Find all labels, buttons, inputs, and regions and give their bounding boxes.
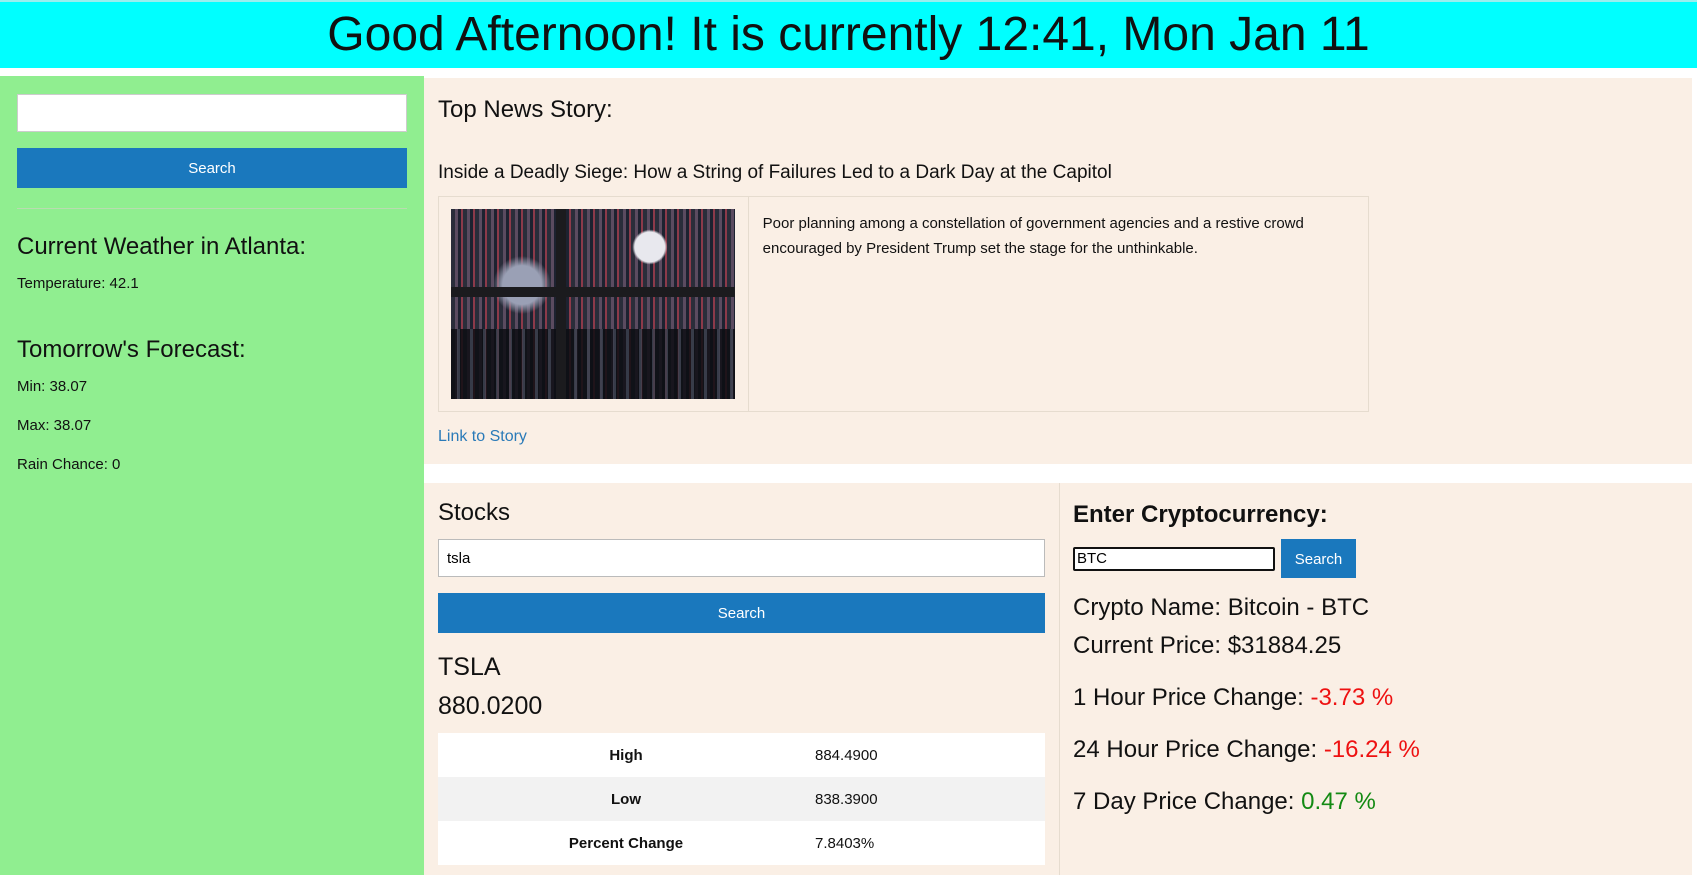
forecast-max: Max: 38.07 xyxy=(17,417,92,434)
sidebar-search-button[interactable]: Search xyxy=(17,148,407,188)
forecast-title: Tomorrow's Forecast: xyxy=(17,336,246,363)
stocks-panel: Stocks Search TSLA 880.0200 High 884.490… xyxy=(424,483,1059,875)
news-panel: Top News Story: Inside a Deadly Siege: H… xyxy=(424,78,1692,464)
news-photo xyxy=(451,209,735,399)
crypto-panel: Enter Cryptocurrency: Search Crypto Name… xyxy=(1059,483,1692,875)
crypto-1h-value: -3.73 % xyxy=(1310,684,1394,711)
crypto-current-price: Current Price: $31884.25 xyxy=(1073,632,1342,659)
news-description: Poor planning among a constellation of g… xyxy=(762,215,1304,257)
sidebar-divider xyxy=(17,208,407,209)
stock-search-input[interactable] xyxy=(438,539,1045,577)
greeting-title: Good Afternoon! It is currently 12:41, M… xyxy=(327,8,1370,61)
crypto-24h-label: 24 Hour Price Change: xyxy=(1073,736,1324,763)
sidebar-search-input[interactable] xyxy=(17,94,407,132)
stat-label: Low xyxy=(611,790,641,808)
crypto-label: Enter Cryptocurrency: xyxy=(1073,501,1328,528)
stat-label: Percent Change xyxy=(568,834,684,852)
stock-ticker: TSLA xyxy=(438,653,501,681)
crypto-7d-change: 7 Day Price Change: 0.47 % xyxy=(1073,788,1679,816)
news-headline: Inside a Deadly Siege: How a String of F… xyxy=(438,162,1112,183)
table-row: Percent Change 7.8403% xyxy=(438,821,1045,865)
crypto-name: Crypto Name: Bitcoin - BTC xyxy=(1073,594,1370,621)
stat-value: 7.8403% xyxy=(815,834,875,852)
crypto-24h-value: -16.24 % xyxy=(1323,736,1420,763)
crypto-7d-value: 0.47 % xyxy=(1301,788,1376,815)
stat-label: High xyxy=(609,746,643,764)
news-card: Poor planning among a constellation of g… xyxy=(438,196,1369,412)
temperature-text: Temperature: 42.1 xyxy=(17,275,139,292)
news-image-frame xyxy=(439,197,749,411)
stock-price: 880.0200 xyxy=(438,692,543,720)
header-bar: Good Afternoon! It is currently 12:41, M… xyxy=(0,0,1697,68)
stock-stats-table: High 884.4900 Low 838.3900 Percent Chang… xyxy=(438,733,1045,865)
crypto-search-button[interactable]: Search xyxy=(1281,539,1356,578)
weather-title: Current Weather in Atlanta: xyxy=(17,233,307,260)
sidebar: Search Current Weather in Atlanta: Tempe… xyxy=(0,76,424,875)
crypto-7d-label: 7 Day Price Change: xyxy=(1073,788,1302,815)
stocks-label: Stocks xyxy=(438,499,511,526)
crypto-search-row: Search xyxy=(1073,539,1679,578)
news-story-link[interactable]: Link to Story xyxy=(438,428,527,446)
crypto-1h-label: 1 Hour Price Change: xyxy=(1073,684,1311,711)
table-row: Low 838.3900 xyxy=(438,777,1045,821)
forecast-min: Min: 38.07 xyxy=(17,378,88,395)
forecast-rain-chance: Rain Chance: 0 xyxy=(17,456,121,473)
table-row: High 884.4900 xyxy=(438,733,1045,777)
crypto-24h-change: 24 Hour Price Change: -16.24 % xyxy=(1073,736,1679,764)
news-label: Top News Story: xyxy=(438,96,613,123)
stock-search-button[interactable]: Search xyxy=(438,593,1045,633)
crypto-1h-change: 1 Hour Price Change: -3.73 % xyxy=(1073,684,1679,712)
crypto-search-input[interactable] xyxy=(1073,546,1275,571)
stat-value: 838.3900 xyxy=(815,790,878,808)
stat-value: 884.4900 xyxy=(815,746,878,764)
